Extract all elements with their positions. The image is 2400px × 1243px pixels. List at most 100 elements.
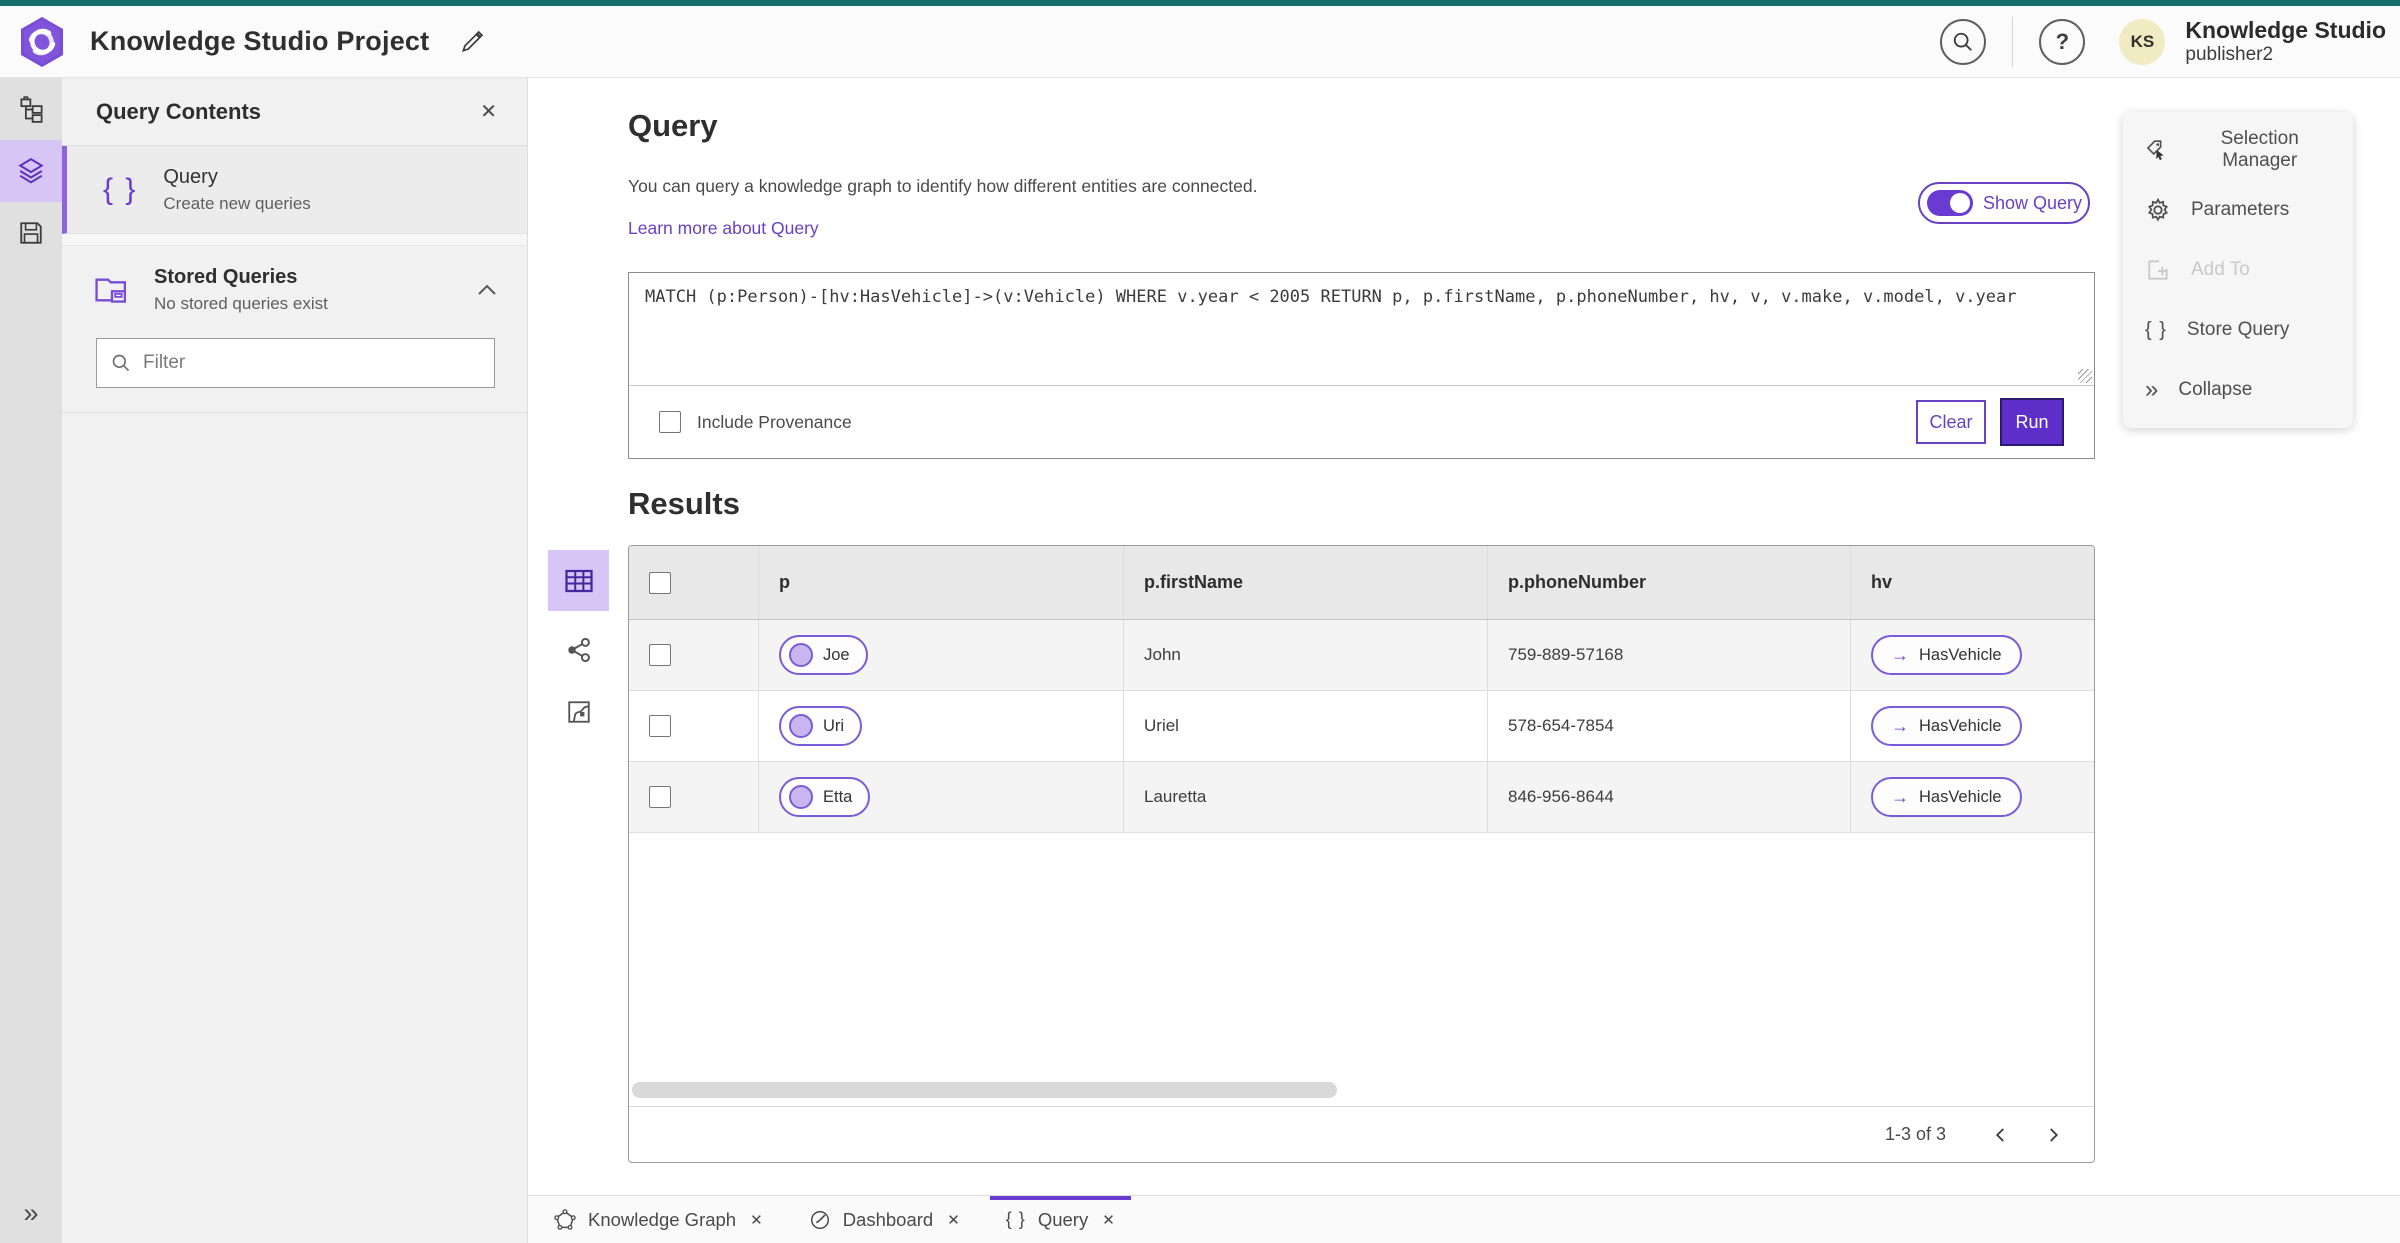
graph-view-button[interactable] xyxy=(548,627,609,673)
add-to-icon xyxy=(2148,260,2168,280)
map-view-button[interactable] xyxy=(548,689,609,735)
row-checkbox[interactable] xyxy=(649,644,671,666)
parameters-item[interactable]: Parameters xyxy=(2123,180,2353,240)
query-editor-card: MATCH (p:Person)-[hv:HasVehicle]->(v:Veh… xyxy=(628,272,2095,459)
query-list-item[interactable]: { } Query Create new queries xyxy=(62,146,527,234)
layers-icon xyxy=(18,158,44,184)
hexagon-logo-icon xyxy=(21,16,63,67)
query-contents-panel: Query Contents ✕ { } Query Create new qu… xyxy=(62,78,528,1243)
store-query-item[interactable]: { } Store Query xyxy=(2123,300,2353,360)
tab-query[interactable]: { } Query ✕ xyxy=(990,1196,1131,1243)
braces-icon: { } xyxy=(2145,318,2167,341)
learn-more-link[interactable]: Learn more about Query xyxy=(628,218,819,239)
table-row: Joe John 759-889-57168 → HasVehicle xyxy=(629,620,2094,691)
add-to-item: Add To xyxy=(2123,240,2353,300)
chevron-double-right-icon: » xyxy=(2145,376,2159,403)
stored-queries-title: Stored Queries xyxy=(154,266,298,288)
query-editor-footer: Include Provenance Clear Run xyxy=(629,385,2094,458)
run-button[interactable]: Run xyxy=(2000,398,2064,446)
next-page-button[interactable] xyxy=(2040,1122,2066,1148)
stored-queries-subtitle: No stored queries exist xyxy=(154,294,328,313)
select-all-cell xyxy=(629,546,759,619)
entity-pill[interactable]: Uri xyxy=(779,706,863,746)
page-description: You can query a knowledge graph to ident… xyxy=(628,176,1258,196)
rail-save-button[interactable] xyxy=(0,202,62,264)
collapse-menu-item[interactable]: » Collapse xyxy=(2123,360,2353,420)
rail-data-model-button[interactable] xyxy=(0,78,62,140)
left-icon-rail: » xyxy=(0,78,62,1243)
show-query-toggle[interactable]: Show Query xyxy=(1918,182,2090,224)
rail-layers-button[interactable] xyxy=(0,140,62,202)
select-all-checkbox[interactable] xyxy=(649,571,671,594)
user-info: Knowledge Studio publisher2 xyxy=(2185,17,2386,65)
table-view-button[interactable] xyxy=(548,550,609,611)
panel-section-gap xyxy=(62,234,527,246)
help-button[interactable]: ? xyxy=(2039,18,2086,65)
cell-firstname: Uriel xyxy=(1124,691,1488,761)
relation-pill[interactable]: → HasVehicle xyxy=(1871,706,2022,746)
relation-pill[interactable]: → HasVehicle xyxy=(1871,635,2022,675)
filter-input[interactable] xyxy=(143,352,480,374)
stored-queries-folder-icon xyxy=(95,278,127,303)
filter-search-icon xyxy=(112,354,130,372)
page-title: Query xyxy=(628,108,718,143)
tab-knowledge-graph[interactable]: Knowledge Graph ✕ xyxy=(538,1196,779,1243)
panel-title: Query Contents xyxy=(96,98,262,124)
selection-manager-item[interactable]: Selection Manager xyxy=(2123,120,2353,180)
relation-arrow-icon: → xyxy=(1891,786,1909,807)
previous-page-button[interactable] xyxy=(1988,1122,2014,1148)
filter-field xyxy=(96,338,495,388)
column-header-hv: hv xyxy=(1871,572,1893,592)
column-header-phonenumber: p.phoneNumber xyxy=(1488,546,1851,619)
query-editor-input[interactable]: MATCH (p:Person)-[hv:HasVehicle]->(v:Veh… xyxy=(629,273,2094,386)
table-row: Uri Uriel 578-654-7854 → HasVehicle xyxy=(629,691,2094,762)
cell-firstname: John xyxy=(1124,620,1488,690)
table-icon xyxy=(564,569,593,592)
horizontal-scrollbar-thumb[interactable] xyxy=(632,1082,1337,1098)
user-role: publisher2 xyxy=(2185,43,2274,65)
global-search-button[interactable] xyxy=(1940,18,1987,65)
save-icon xyxy=(20,222,42,244)
query-item-title: Query xyxy=(163,165,218,188)
hierarchy-icon xyxy=(19,95,43,123)
header-divider xyxy=(2012,16,2014,67)
close-tab-icon[interactable]: ✕ xyxy=(947,1211,960,1229)
panel-close-button[interactable]: ✕ xyxy=(480,99,497,124)
tab-dashboard[interactable]: Dashboard ✕ xyxy=(793,1196,976,1243)
include-provenance-checkbox[interactable] xyxy=(659,411,681,433)
relation-arrow-icon: → xyxy=(1891,644,1909,665)
close-tab-icon[interactable]: ✕ xyxy=(750,1211,763,1229)
network-share-icon xyxy=(567,637,590,663)
results-title: Results xyxy=(628,486,740,521)
textarea-resize-handle[interactable] xyxy=(2078,369,2092,383)
expand-rail-button[interactable]: » xyxy=(0,1198,62,1229)
panel-body xyxy=(62,412,527,422)
dashboard-gauge-icon xyxy=(810,1210,829,1229)
app-logo xyxy=(18,16,66,68)
clear-button[interactable]: Clear xyxy=(1916,400,1986,444)
user-avatar[interactable]: KS xyxy=(2119,18,2166,65)
panel-header: Query Contents ✕ xyxy=(62,78,527,146)
query-tools-menu: Selection Manager Parameters Add To { } … xyxy=(2123,112,2353,428)
entity-pill[interactable]: Joe xyxy=(779,635,868,675)
chevron-right-icon xyxy=(2050,1127,2059,1142)
close-tab-icon[interactable]: ✕ xyxy=(1102,1211,1115,1229)
chevron-up-icon xyxy=(478,284,496,295)
stored-queries-text: Stored Queries No stored queries exist xyxy=(154,266,453,314)
search-icon xyxy=(1954,32,1973,51)
table-pagination: 1-3 of 3 xyxy=(629,1106,2094,1162)
knowledge-studio-app: Knowledge Studio Project ? KS Knowledge … xyxy=(0,0,2400,1243)
cell-firstname: Lauretta xyxy=(1124,762,1488,832)
braces-icon: { } xyxy=(103,172,138,206)
edit-title-button[interactable] xyxy=(459,29,485,55)
table-row: Etta Lauretta 846-956-8644 → HasVehicle xyxy=(629,762,2094,833)
help-icon: ? xyxy=(2055,28,2070,54)
knowledge-graph-icon xyxy=(554,1208,576,1230)
row-checkbox[interactable] xyxy=(649,715,671,737)
entity-pill[interactable]: Etta xyxy=(779,777,871,817)
row-checkbox[interactable] xyxy=(649,786,671,808)
relation-pill[interactable]: → HasVehicle xyxy=(1871,777,2022,817)
stored-queries-header[interactable]: Stored Queries No stored queries exist xyxy=(62,246,527,330)
document-tab-bar: Knowledge Graph ✕ Dashboard ✕ { } Query … xyxy=(528,1195,2400,1243)
cell-phone: 846-956-8644 xyxy=(1488,762,1851,832)
